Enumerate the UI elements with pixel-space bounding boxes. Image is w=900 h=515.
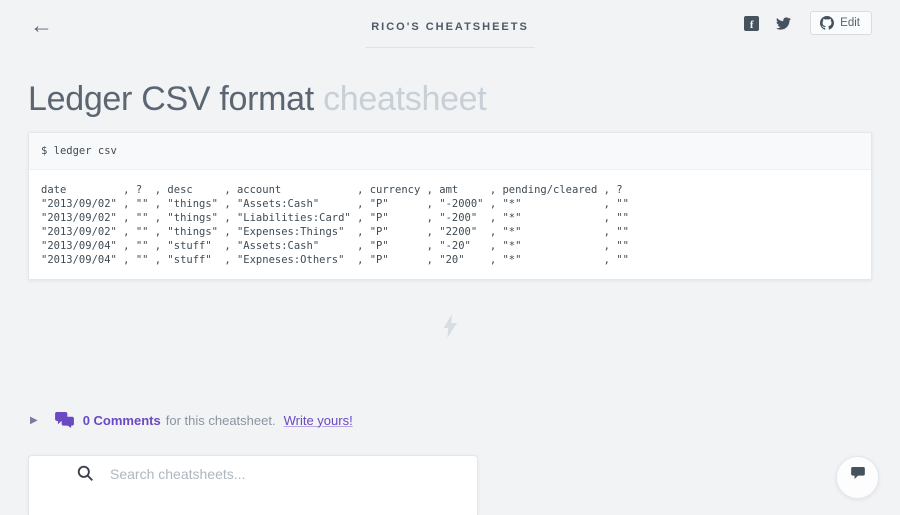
comments-row: ▶ 0 Comments for this cheatsheet. Write … (30, 412, 900, 428)
twitter-icon (776, 16, 792, 30)
facebook-share-button[interactable]: f (742, 14, 761, 33)
back-button[interactable]: ← (26, 12, 57, 39)
terminal-output-section: date , ? , desc , account , currency , a… (29, 170, 871, 279)
terminal-output: date , ? , desc , account , currency , a… (41, 184, 629, 266)
edit-button-label: Edit (840, 17, 860, 29)
terminal-command-strip: $ ledger csv (29, 133, 871, 170)
search-card (28, 455, 478, 515)
section-divider (0, 314, 900, 338)
terminal-command: $ ledger csv (41, 145, 117, 157)
page-title: Ledger CSV format cheatsheet (28, 80, 900, 118)
title-underline (365, 47, 535, 48)
write-yours-link[interactable]: Write yours! (284, 413, 353, 428)
comments-count-link[interactable]: 0 Comments (83, 413, 161, 428)
search-icon (77, 465, 94, 487)
page-title-suffix: cheatsheet (323, 80, 487, 118)
comments-expander-button[interactable]: ▶ (30, 415, 38, 426)
back-arrow-icon: ← (30, 12, 53, 38)
top-bar: ← RICO'S CHEATSHEETS f Edit (0, 0, 900, 60)
lightning-icon (443, 314, 457, 338)
edit-button[interactable]: Edit (810, 11, 872, 35)
topbar-actions: f Edit (742, 11, 872, 35)
code-card: $ ledger csv date , ? , desc , account ,… (28, 132, 872, 280)
facebook-icon: f (744, 15, 760, 31)
page-title-main: Ledger CSV format (28, 80, 314, 118)
comments-icon (54, 412, 74, 428)
twitter-share-button[interactable] (774, 14, 793, 33)
fab-comment-icon (850, 467, 865, 479)
comments-context-text: for this cheatsheet. (165, 412, 276, 428)
site-title-link[interactable]: RICO'S CHEATSHEETS (371, 21, 529, 33)
github-icon (820, 16, 835, 30)
floating-action-button[interactable] (836, 456, 879, 499)
search-input[interactable] (108, 464, 438, 483)
expander-triangle-icon: ▶ (30, 414, 38, 426)
